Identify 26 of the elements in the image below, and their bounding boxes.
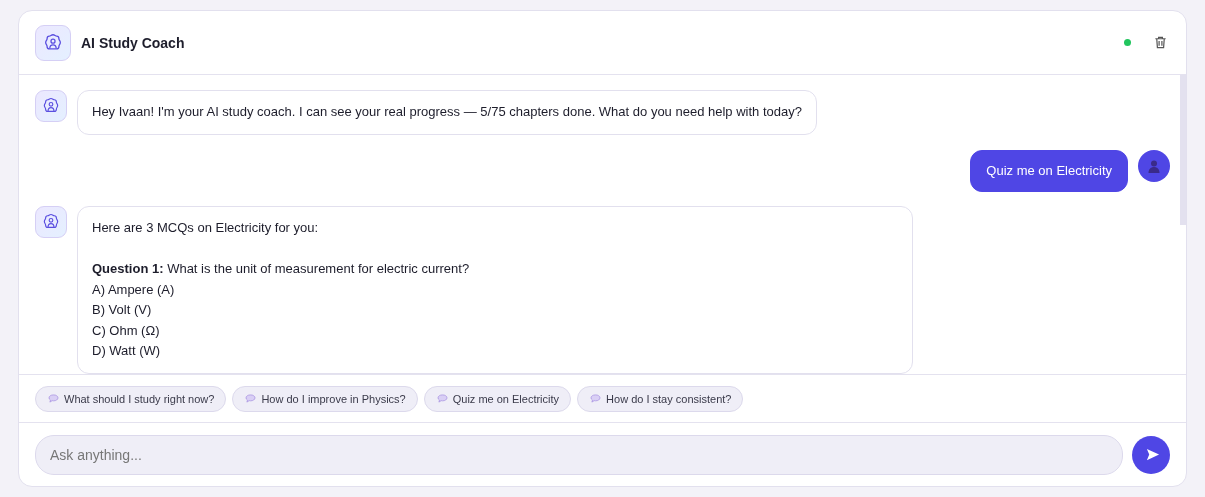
speech-bubble-icon bbox=[48, 394, 59, 403]
speech-bubble-icon bbox=[436, 394, 448, 403]
suggestion-chip[interactable]: How do I stay consistent? bbox=[577, 385, 744, 412]
robot-icon bbox=[35, 90, 67, 122]
message-text: A) Ampere (A) bbox=[92, 280, 176, 299]
speech-bubble-icon bbox=[245, 394, 257, 403]
message-text: Question 1: What is the unit of measurement for electric current? bbox=[92, 260, 471, 278]
window-title: AI Study Coach bbox=[81, 34, 185, 51]
robot-icon bbox=[35, 24, 71, 61]
send-icon bbox=[1144, 447, 1160, 462]
message-input[interactable]: Ask anything... bbox=[35, 434, 1123, 475]
message-text: C) Ohm (Ω) bbox=[92, 321, 161, 340]
suggestion-chip[interactable]: What should I study right now? bbox=[35, 385, 227, 412]
message-text: D) Watt (W) bbox=[92, 342, 162, 360]
scrollbar[interactable] bbox=[1180, 75, 1186, 225]
speech-bubble-icon bbox=[590, 394, 602, 403]
message-text: B) Volt (V) bbox=[92, 301, 153, 319]
send-button[interactable] bbox=[1132, 435, 1170, 474]
robot-icon bbox=[35, 206, 67, 238]
message-text: Quiz me on Electricity bbox=[986, 161, 1112, 180]
delete-button[interactable] bbox=[1153, 35, 1168, 50]
suggestion-chip[interactable]: Quiz me on Electricity bbox=[423, 385, 572, 412]
suggestion-chip[interactable]: How do I improve in Physics? bbox=[232, 385, 418, 412]
user-avatar bbox=[1138, 149, 1170, 182]
message-text: Here are 3 MCQs on Electricity for you: bbox=[92, 219, 320, 237]
message-text: Hey Ivaan! I'm your AI study coach. I can see your real progress — 5/75 chapters done. What do you need help with today? bbox=[92, 103, 802, 121]
